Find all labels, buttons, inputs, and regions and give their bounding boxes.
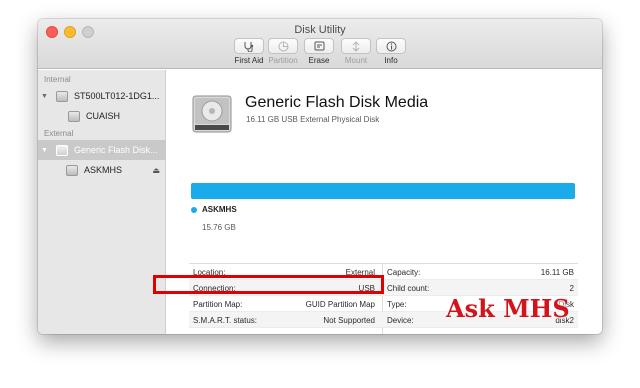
smart-status-value: Not Supported — [323, 316, 375, 325]
stethoscope-icon — [244, 41, 254, 52]
info-button[interactable]: Info — [367, 38, 415, 65]
disk-drive-icon — [192, 95, 232, 133]
sidebar-section-external: External — [44, 129, 74, 138]
disk-title: Generic Flash Disk Media — [245, 94, 429, 111]
disclosure-triangle-icon[interactable]: ▼ — [41, 93, 48, 100]
sidebar-item-cuaish[interactable]: CUAISH — [38, 106, 166, 126]
partition-map-label: Partition Map: — [193, 300, 243, 309]
child-count-value: 2 — [569, 284, 574, 293]
volume-icon — [68, 110, 80, 122]
sidebar-section-internal: Internal — [44, 75, 71, 84]
type-label: Type: — [387, 300, 407, 309]
partition-map-value: GUID Partition Map — [305, 300, 375, 309]
sidebar-item-label: CUAISH — [86, 111, 121, 121]
external-disk-icon — [56, 144, 68, 156]
volume-color-dot — [191, 207, 197, 213]
erase-icon — [314, 41, 324, 51]
title-bar: Disk Utility First Aid Partition Erase M… — [38, 19, 602, 69]
volume-size: 15.76 GB — [202, 223, 236, 232]
capacity-value: 16.11 GB — [540, 268, 574, 277]
mount-icon — [352, 40, 360, 52]
watermark-text: Ask MHS — [446, 294, 570, 323]
device-label: Device: — [387, 316, 414, 325]
info-icon — [386, 41, 396, 51]
disk-usage-bar — [191, 183, 575, 199]
volume-icon — [66, 164, 78, 176]
child-count-label: Child count: — [387, 284, 430, 293]
volume-name: ASKMHS — [202, 205, 237, 214]
smart-status-label: S.M.A.R.T. status: — [193, 316, 258, 325]
sidebar-item-label: ASKMHS — [84, 165, 123, 175]
sidebar: Internal ▼ ST500LT012-1DG1... CUAISH Ext… — [38, 70, 166, 334]
capacity-label: Capacity: — [387, 268, 421, 277]
eject-icon[interactable]: ⏏ — [152, 166, 160, 175]
pie-icon — [278, 41, 288, 51]
disk-subtitle: 16.11 GB USB External Physical Disk — [246, 115, 380, 124]
window-title: Disk Utility — [294, 24, 346, 36]
info-label: Info — [384, 56, 398, 65]
sidebar-item-label: Generic Flash Disk... — [74, 145, 158, 155]
sidebar-item-label: ST500LT012-1DG1... — [74, 91, 160, 101]
sidebar-item-flash-disk[interactable]: ▼ Generic Flash Disk... — [38, 140, 166, 160]
sidebar-item-askmhs[interactable]: ASKMHS ⏏ — [38, 160, 166, 180]
partition-map-highlight — [153, 275, 384, 294]
sidebar-item-internal-disk[interactable]: ▼ ST500LT012-1DG1... — [38, 86, 166, 106]
disclosure-triangle-icon[interactable]: ▼ — [41, 147, 48, 154]
hard-disk-icon — [56, 90, 68, 102]
